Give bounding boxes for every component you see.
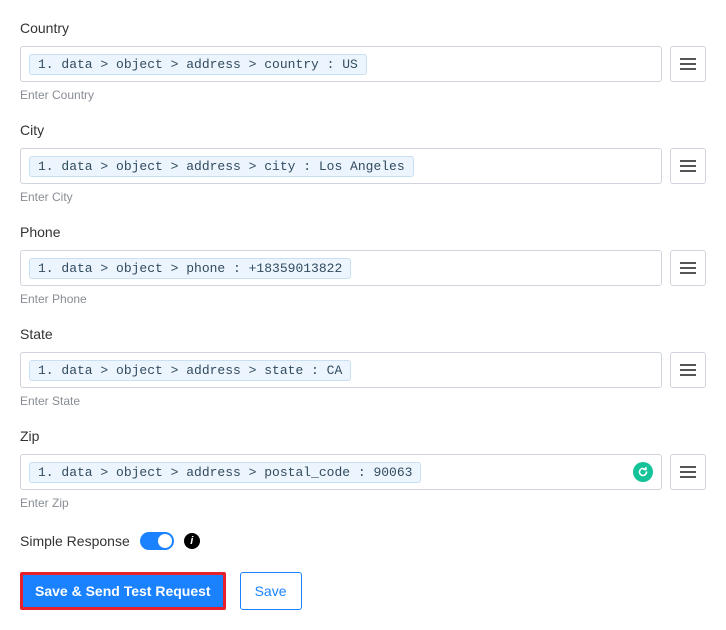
input-state[interactable]: 1. data > object > address > state : CA [20,352,662,388]
token-zip[interactable]: 1. data > object > address > postal_code… [29,462,421,483]
field-city: City 1. data > object > address > city :… [20,122,706,204]
hamburger-icon [680,261,696,275]
field-label-country: Country [20,20,706,36]
input-city[interactable]: 1. data > object > address > city : Los … [20,148,662,184]
actions-row: Save & Send Test Request Save [20,572,706,610]
hamburger-icon [680,465,696,479]
field-menu-country[interactable] [670,46,706,82]
token-country[interactable]: 1. data > object > address > country : U… [29,54,367,75]
info-icon[interactable]: i [184,533,200,549]
hamburger-icon [680,159,696,173]
field-label-zip: Zip [20,428,706,444]
grammarly-icon[interactable] [633,462,653,482]
field-label-phone: Phone [20,224,706,240]
field-row: 1. data > object > address > state : CA [20,352,706,388]
simple-response-row: Simple Response i [20,532,706,550]
field-phone: Phone 1. data > object > phone : +183590… [20,224,706,306]
field-label-state: State [20,326,706,342]
field-menu-state[interactable] [670,352,706,388]
helper-zip: Enter Zip [20,496,706,510]
input-country[interactable]: 1. data > object > address > country : U… [20,46,662,82]
input-zip[interactable]: 1. data > object > address > postal_code… [20,454,662,490]
field-menu-phone[interactable] [670,250,706,286]
helper-city: Enter City [20,190,706,204]
field-menu-zip[interactable] [670,454,706,490]
input-phone[interactable]: 1. data > object > phone : +18359013822 [20,250,662,286]
primary-button-highlight: Save & Send Test Request [20,572,226,610]
save-send-test-button[interactable]: Save & Send Test Request [23,575,223,607]
helper-country: Enter Country [20,88,706,102]
token-city[interactable]: 1. data > object > address > city : Los … [29,156,414,177]
simple-response-label: Simple Response [20,533,130,549]
field-zip: Zip 1. data > object > address > postal_… [20,428,706,510]
field-row: 1. data > object > phone : +18359013822 [20,250,706,286]
helper-phone: Enter Phone [20,292,706,306]
save-button[interactable]: Save [240,572,302,610]
toggle-knob [158,534,172,548]
hamburger-icon [680,57,696,71]
helper-state: Enter State [20,394,706,408]
field-row: 1. data > object > address > country : U… [20,46,706,82]
hamburger-icon [680,363,696,377]
token-state[interactable]: 1. data > object > address > state : CA [29,360,351,381]
field-row: 1. data > object > address > postal_code… [20,454,706,490]
token-phone[interactable]: 1. data > object > phone : +18359013822 [29,258,351,279]
field-country: Country 1. data > object > address > cou… [20,20,706,102]
field-row: 1. data > object > address > city : Los … [20,148,706,184]
field-label-city: City [20,122,706,138]
field-state: State 1. data > object > address > state… [20,326,706,408]
field-menu-city[interactable] [670,148,706,184]
simple-response-toggle[interactable] [140,532,174,550]
